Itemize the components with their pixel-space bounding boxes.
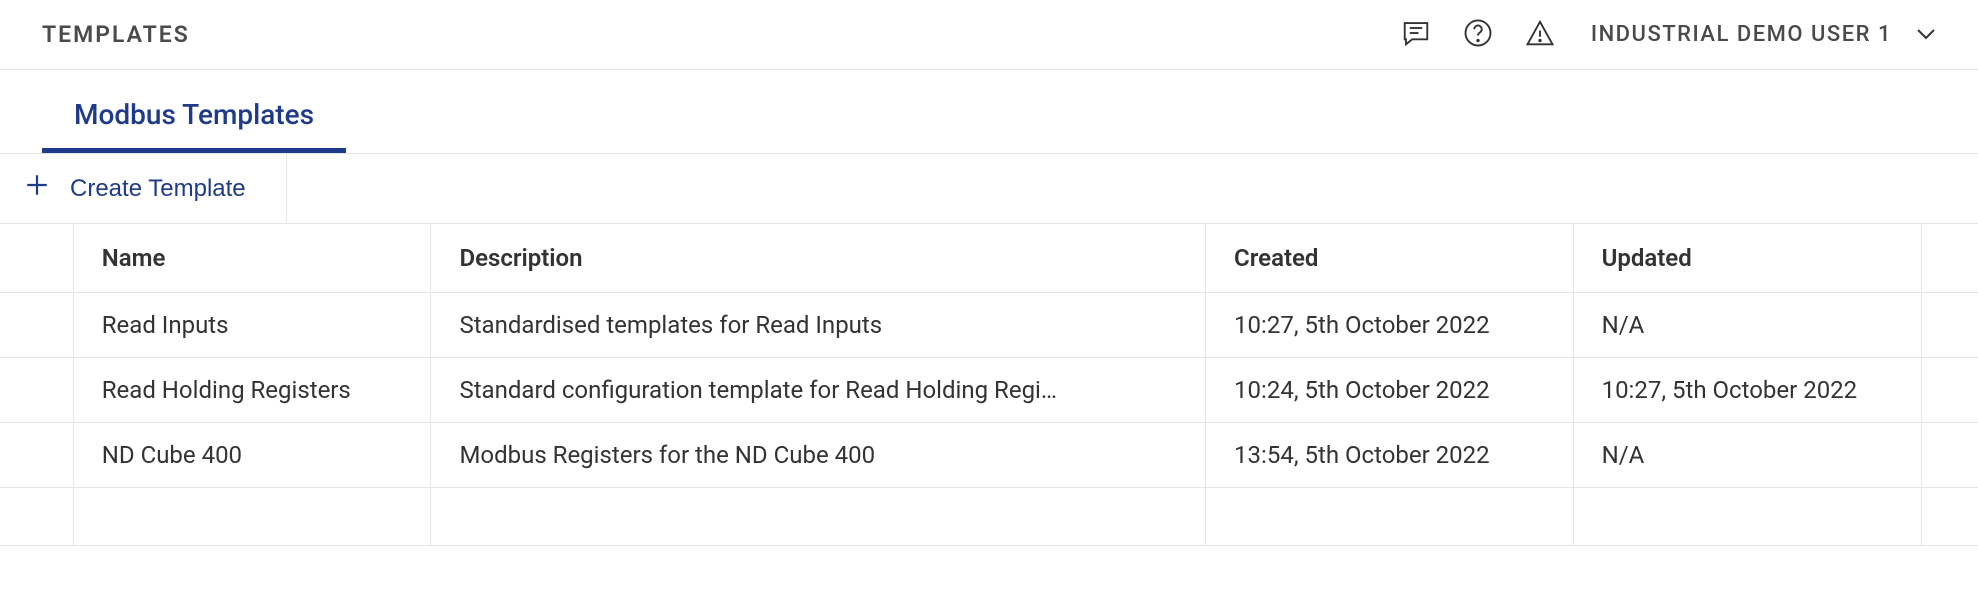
cell-created: 13:54, 5th October 2022 (1206, 423, 1574, 488)
column-header-created[interactable]: Created (1206, 224, 1574, 293)
cell-name: ND Cube 400 (73, 423, 431, 488)
top-bar-right: INDUSTRIAL DEMO USER 1 (1401, 18, 1936, 51)
create-template-button[interactable]: Create Template (0, 154, 287, 223)
table-row[interactable]: ND Cube 400 Modbus Registers for the ND … (0, 423, 1978, 488)
help-icon (1463, 18, 1493, 51)
chevron-down-icon (1916, 25, 1936, 44)
cell-created: 10:24, 5th October 2022 (1206, 358, 1574, 423)
page-title: TEMPLATES (42, 21, 190, 48)
row-spacer (0, 358, 73, 423)
row-spacer (0, 293, 73, 358)
cell-description: Modbus Registers for the ND Cube 400 (431, 423, 1206, 488)
help-button[interactable] (1463, 18, 1493, 51)
tab-label: Modbus Templates (74, 98, 314, 131)
cell-description: Standard configuration template for Read… (431, 358, 1206, 423)
column-header-description[interactable]: Description (431, 224, 1206, 293)
chat-icon (1401, 18, 1431, 51)
cell-name: Read Holding Registers (73, 358, 431, 423)
column-header-name[interactable]: Name (73, 224, 431, 293)
tabs: Modbus Templates (0, 70, 1978, 153)
user-dropdown[interactable]: INDUSTRIAL DEMO USER 1 (1591, 22, 1936, 47)
row-end (1922, 423, 1978, 488)
cell-updated: 10:27, 5th October 2022 (1573, 358, 1921, 423)
templates-table: Name Description Created Updated Read In… (0, 224, 1978, 546)
row-spacer (0, 423, 73, 488)
table-row[interactable]: Read Holding Registers Standard configur… (0, 358, 1978, 423)
column-spacer (0, 224, 73, 293)
messages-button[interactable] (1401, 18, 1431, 51)
row-end (1922, 293, 1978, 358)
cell-description: Standardised templates for Read Inputs (431, 293, 1206, 358)
column-end (1922, 224, 1978, 293)
table-row-empty (0, 488, 1978, 546)
cell-updated: N/A (1573, 423, 1921, 488)
top-bar-icons (1401, 18, 1555, 51)
column-header-updated[interactable]: Updated (1573, 224, 1921, 293)
cell-created: 10:27, 5th October 2022 (1206, 293, 1574, 358)
table-header-row: Name Description Created Updated (0, 224, 1978, 293)
top-bar: TEMPLATES (0, 0, 1978, 70)
alerts-button[interactable] (1525, 18, 1555, 51)
row-end (1922, 358, 1978, 423)
warning-icon (1525, 18, 1555, 51)
plus-icon (24, 172, 50, 205)
user-name: INDUSTRIAL DEMO USER 1 (1591, 22, 1892, 47)
cell-updated: N/A (1573, 293, 1921, 358)
create-template-label: Create Template (70, 175, 246, 203)
actions-bar: Create Template (0, 153, 1978, 224)
table-row[interactable]: Read Inputs Standardised templates for R… (0, 293, 1978, 358)
tab-modbus-templates[interactable]: Modbus Templates (42, 70, 346, 153)
cell-name: Read Inputs (73, 293, 431, 358)
